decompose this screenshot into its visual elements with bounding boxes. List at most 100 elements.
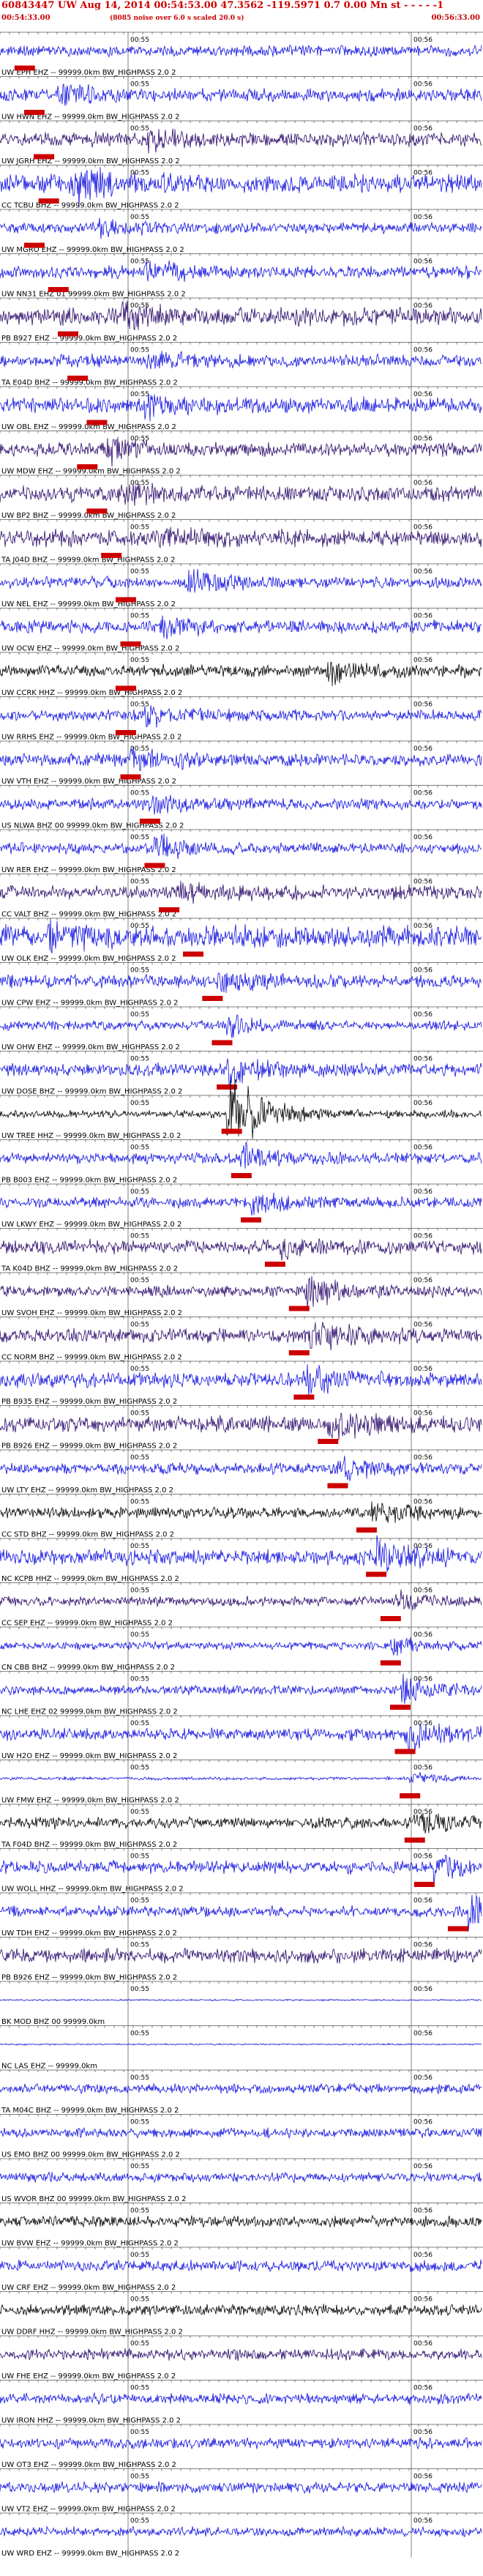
trace-label: CC NORM BHZ -- 99999.0km BW_HIGHPASS 2.0…: [1, 1353, 182, 1361]
trace-label: US WVOR BHZ 00 99999.0km BW_HIGHPASS 2.0…: [1, 2195, 186, 2203]
minute-tick-label: 00:56: [413, 2030, 433, 2038]
waveform-trace: [0, 2126, 482, 2139]
minute-tick-label: 00:56: [413, 2517, 433, 2525]
trace-row: 00:55 00:56 UW WRD EHZ -- 99999.0km BW_HIG…: [0, 2512, 483, 2558]
phase-pick-marker: [404, 1837, 425, 1843]
waveform-trace: [0, 483, 482, 506]
phase-pick-marker: [120, 641, 141, 647]
trace-label: TA K04D BHZ -- 99999.0km BW_HIGHPASS 2.0…: [1, 1265, 178, 1273]
trace-label: TA E04D BHZ -- 99999.0km BW_HIGHPASS 2.0…: [1, 379, 178, 387]
phase-pick-marker: [14, 65, 35, 71]
waveform-trace: [0, 1947, 482, 1965]
trace-label: UW FMW EHZ -- 99999.0km BW_HIGHPASS 2.0 …: [1, 1796, 179, 1804]
waveform-trace: [0, 393, 482, 422]
minute-tick-label: 00:55: [130, 1676, 149, 1683]
minute-tick-label: 00:56: [413, 967, 433, 975]
minute-tick-label: 00:56: [413, 1853, 433, 1861]
trace-label: UW FHE EHZ -- 99999.0km BW_HIGHPASS 2.0 …: [1, 2372, 176, 2380]
phase-pick-marker: [447, 1926, 468, 1932]
minute-tick-label: 00:56: [413, 81, 433, 89]
trace-label: BK MOD BHZ 00 99999.0km: [1, 2018, 105, 2026]
minute-tick-label: 00:56: [413, 1631, 433, 1639]
minute-tick-label: 00:56: [413, 790, 433, 797]
trace-row: 00:55 00:56 CC TCBU BHZ -- 99999.0km BW_HI…: [0, 165, 483, 209]
minute-tick-label: 00:55: [130, 1765, 149, 1772]
minute-tick-label: 00:56: [413, 2429, 433, 2436]
minute-tick-label: 00:55: [130, 1809, 149, 1816]
trace-label: UW NEL EHZ -- 99999.0km BW_HIGHPASS 2.0 …: [1, 600, 176, 608]
trace-row: 00:55 00:56UW MDW EHZ -- 99999.0km BW_HIG…: [0, 431, 483, 475]
minute-tick-label: 00:55: [130, 1853, 149, 1861]
phase-pick-marker: [366, 1571, 387, 1577]
trace-label: UW TDH EHZ -- 99999.0km BW_HIGHPASS 2.0 …: [1, 1929, 177, 1937]
waveform-trace: [0, 2481, 482, 2495]
minute-tick-label: 00:56: [413, 1188, 433, 1196]
trace-row: 00:55 00:56 PB B003 EHZ -- 99999.0km BW_HI…: [0, 1139, 483, 1184]
phase-pick-marker: [77, 464, 98, 469]
phase-pick-marker: [413, 1882, 435, 1887]
minute-tick-label: 00:56: [413, 613, 433, 620]
minute-tick-label: 00:55: [130, 1056, 149, 1063]
trace-label: UW LTY EHZ -- 99999.0km BW_HIGHPASS 2.0 …: [1, 1486, 173, 1494]
phase-pick-marker: [394, 1749, 416, 1754]
waveform-trace: [0, 2259, 482, 2273]
waveform-trace: [0, 1142, 482, 1169]
trace-row: 00:55 00:56PB B927 EHZ -- 99999.0km BW_HI…: [0, 297, 483, 343]
trace-label: NC KCPB HHZ -- 99999.0km BW_HIGHPASS 2.0…: [1, 1575, 179, 1583]
trace-row: 00:55 00:56 UW FHE EHZ -- 99999.0km BW_HIG…: [0, 2335, 483, 2380]
trace-label: UW OCW EHZ -- 99999.0km BW_HIGHPASS 2.0 …: [1, 644, 179, 652]
minute-tick-label: 00:55: [130, 1322, 149, 1329]
trace-row: 00:55 00:56US NLWA BHZ 00 99999.0km BW_HI…: [0, 785, 483, 830]
trace-row: 00:55 00:56 UW DOSE BHZ -- 99999.0km BW_HI…: [0, 1051, 483, 1095]
phase-pick-marker: [159, 907, 180, 912]
phase-pick-marker: [241, 1217, 261, 1223]
waveform-trace: [0, 1456, 482, 1481]
minute-tick-label: 00:56: [413, 2163, 433, 2170]
waveform-trace: [0, 1192, 482, 1216]
waveform-trace: [0, 1772, 482, 1784]
trace-label: PB B003 EHZ -- 99999.0km BW_HIGHPASS 2.0…: [1, 1176, 177, 1184]
minute-tick-label: 00:56: [413, 214, 433, 221]
trace-label: PB B935 EHZ -- 99999.0km BW_HIGHPASS 2.0…: [1, 1398, 177, 1406]
waveform-trace: [0, 2303, 482, 2317]
minute-tick-label: 00:55: [130, 214, 149, 221]
waveform-trace: [0, 2215, 482, 2228]
minute-tick-label: 00:55: [130, 37, 149, 44]
trace-row: 00:55 00:56UW OLK EHZ -- 99999.0km BW_HIG…: [0, 917, 483, 963]
waveform-trace: [0, 1637, 482, 1656]
phase-pick-marker: [327, 1483, 348, 1489]
trace-row: 00:55 00:56 US WVOR BHZ 00 99999.0km BW_HI…: [0, 2158, 483, 2203]
waveform-trace: [0, 351, 482, 370]
phase-pick-marker: [38, 198, 59, 204]
trace-row: 00:55 00:56 TA E04D BHZ -- 99999.0km BW_HI…: [0, 342, 483, 387]
minute-tick-label: 00:56: [413, 347, 433, 354]
minute-tick-label: 00:55: [130, 1897, 149, 1905]
phase-pick-marker: [34, 154, 55, 160]
trace-label: UW H2O EHZ -- 99999.0km BW_HIGHPASS 2.0 …: [1, 1752, 177, 1760]
minute-tick-label: 00:56: [413, 1942, 433, 1949]
minute-tick-label: 00:56: [413, 258, 433, 266]
minute-tick-label: 00:56: [413, 1144, 433, 1152]
minute-tick-label: 00:55: [130, 790, 149, 797]
trace-label: UW DOSE BHZ -- 99999.0km BW_HIGHPASS 2.0…: [1, 1087, 182, 1095]
trace-row: 00:55 00:56 BK MOD BHZ 00 99999.0km: [0, 1981, 483, 2026]
trace-row: 00:55 00:56 UW DDRF HHZ -- 99999.0km BW_HI…: [0, 2291, 483, 2336]
minute-tick-label: 00:56: [413, 923, 433, 930]
minute-tick-label: 00:55: [130, 967, 149, 975]
trace-row: 00:55 00:56UW EPH EHZ -- 99999.0km BW_HIG…: [0, 31, 483, 77]
minute-tick-label: 00:56: [413, 1233, 433, 1240]
trace-row: 00:55 00:56 CC NORM BHZ -- 99999.0km BW_HI…: [0, 1317, 483, 1361]
trace-row: 00:55 00:56UW VTH EHZ -- 99999.0km BW_HIG…: [0, 740, 483, 786]
trace-row: 00:55 00:56 PB B935 EHZ -- 99999.0km BW_HI…: [0, 1360, 483, 1406]
waveform-trace: [0, 2348, 482, 2361]
minute-tick-label: 00:55: [130, 1986, 149, 1993]
phase-pick-marker: [264, 1262, 285, 1267]
waveform-trace: [0, 1364, 482, 1396]
waveform-trace: [0, 1813, 482, 1834]
trace-row: 00:55 00:56 UW CPW EHZ -- 99999.0km BW_HIG…: [0, 962, 483, 1007]
minute-tick-label: 00:55: [130, 1011, 149, 1019]
trace-row: 00:55 00:56 UW OHW EHZ -- 99999.0km BW_HIG…: [0, 1006, 483, 1051]
trace-label: TA F04D BHZ -- 99999.0km BW_HIGHPASS 2.0…: [1, 1841, 177, 1849]
minute-tick-label: 00:55: [130, 1277, 149, 1284]
minute-tick-label: 00:56: [413, 1676, 433, 1683]
